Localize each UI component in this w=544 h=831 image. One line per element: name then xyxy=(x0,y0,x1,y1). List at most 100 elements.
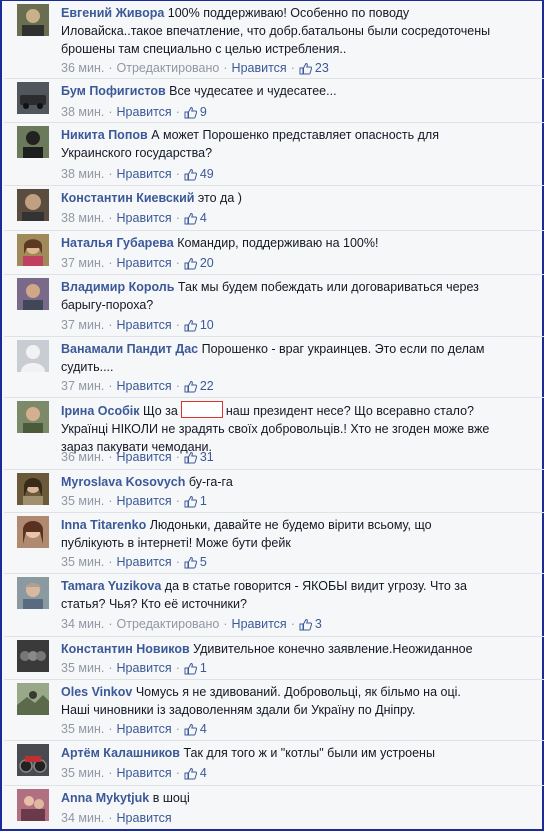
comment-meta: 35 мин. · Нравится · 1 xyxy=(61,494,207,508)
timestamp[interactable]: 34 мин. xyxy=(61,617,104,631)
comment-body: да в статье говорится - ЯКОБЫ видит угро… xyxy=(164,579,467,593)
edited-label[interactable]: Отредактировано xyxy=(117,617,220,631)
avatar[interactable] xyxy=(17,401,49,433)
avatar[interactable] xyxy=(17,640,49,672)
comment-author[interactable]: Константин Киевский xyxy=(61,191,194,205)
like-link[interactable]: Нравится xyxy=(117,722,172,736)
like-count[interactable]: 49 xyxy=(184,167,214,181)
like-link[interactable]: Нравится xyxy=(117,811,172,825)
avatar[interactable] xyxy=(17,126,49,158)
comment-author[interactable]: Наталья Губарева xyxy=(61,236,174,250)
like-link[interactable]: Нравится xyxy=(117,450,172,464)
like-link[interactable]: Нравится xyxy=(232,617,287,631)
like-link[interactable]: Нравится xyxy=(117,661,172,675)
like-count[interactable]: 10 xyxy=(184,318,214,332)
avatar[interactable] xyxy=(17,82,49,114)
avatar[interactable] xyxy=(17,744,49,776)
comment: Ірина Особік Що за наш президент несе? Що… xyxy=(4,398,544,470)
comment-text: Inna Titarenko Людоньки, давайте не буде… xyxy=(61,516,534,552)
avatar[interactable] xyxy=(17,4,49,36)
avatar[interactable] xyxy=(17,683,49,715)
like-count[interactable]: 1 xyxy=(184,661,207,675)
timestamp[interactable]: 35 мин. xyxy=(61,661,104,675)
timestamp[interactable]: 34 мин. xyxy=(61,811,104,825)
comment: Константин Новиков Удивительное конечно … xyxy=(4,637,544,680)
comment-author[interactable]: Ірина Особік xyxy=(61,404,140,418)
comment-author[interactable]: Myroslava Kosovych xyxy=(61,475,185,489)
avatar[interactable] xyxy=(17,278,49,310)
like-link[interactable]: Нравится xyxy=(117,555,172,569)
timestamp[interactable]: 38 мин. xyxy=(61,167,104,181)
like-count[interactable]: 20 xyxy=(184,256,214,270)
thumbs-up-icon xyxy=(184,767,197,780)
like-count[interactable]: 23 xyxy=(299,61,329,75)
thumbs-up-icon xyxy=(299,618,312,631)
like-count[interactable]: 31 xyxy=(184,450,214,464)
timestamp[interactable]: 35 мин. xyxy=(61,555,104,569)
comment-meta: 35 мин. · Нравится · 1 xyxy=(61,661,207,675)
comment: Владимир Король Так мы будем побеждать и… xyxy=(4,275,544,337)
comment-author[interactable]: Anna Mykytjuk xyxy=(61,791,149,805)
comment-body: судить.... xyxy=(61,360,114,374)
timestamp[interactable]: 35 мин. xyxy=(61,494,104,508)
thumbs-up-icon xyxy=(184,380,197,393)
edited-label[interactable]: Отредактировано xyxy=(117,61,220,75)
comment-author[interactable]: Никита Попов xyxy=(61,128,148,142)
comment-author[interactable]: Ванамали Пандит Дас xyxy=(61,342,198,356)
comment-text: Myroslava Kosovych бу-га-га xyxy=(61,473,534,491)
timestamp[interactable]: 37 мин. xyxy=(61,379,104,393)
like-count[interactable]: 4 xyxy=(184,211,207,225)
comment-author[interactable]: Артём Калашников xyxy=(61,746,180,760)
avatar[interactable] xyxy=(17,577,49,609)
like-link[interactable]: Нравится xyxy=(117,167,172,181)
comment-body: Удивительное конечно заявление.Неожиданн… xyxy=(193,642,473,656)
comment-author[interactable]: Inna Titarenko xyxy=(61,518,146,532)
redaction-box xyxy=(180,401,223,418)
like-link[interactable]: Нравится xyxy=(117,379,172,393)
like-count[interactable]: 9 xyxy=(184,105,207,119)
comment-text: Евгений Живора 100% поддерживаю! Особенн… xyxy=(61,4,534,58)
avatar[interactable] xyxy=(17,234,49,266)
timestamp[interactable]: 35 мин. xyxy=(61,722,104,736)
timestamp[interactable]: 38 мин. xyxy=(61,211,104,225)
like-link[interactable]: Нравится xyxy=(117,766,172,780)
timestamp[interactable]: 37 мин. xyxy=(61,256,104,270)
like-link[interactable]: Нравится xyxy=(117,256,172,270)
comment-author[interactable]: Владимир Король xyxy=(61,280,174,294)
comment-body: А может Порошенко представляет опасность… xyxy=(151,128,439,142)
avatar[interactable] xyxy=(17,789,49,821)
timestamp[interactable]: 36 мин. xyxy=(61,61,104,75)
like-link[interactable]: Нравится xyxy=(117,318,172,332)
like-count[interactable]: 4 xyxy=(184,722,207,736)
comment-author[interactable]: Бум Пофигистов xyxy=(61,84,166,98)
comment-body: наш президент несе? Що всеравно стало? xyxy=(225,404,474,418)
like-link[interactable]: Нравится xyxy=(117,494,172,508)
avatar[interactable] xyxy=(17,189,49,221)
timestamp[interactable]: 38 мин. xyxy=(61,105,104,119)
comment-body: 100% поддерживаю! Особенно по поводу xyxy=(167,6,410,20)
like-count[interactable]: 3 xyxy=(299,617,322,631)
avatar[interactable] xyxy=(17,473,49,505)
timestamp[interactable]: 37 мин. xyxy=(61,318,104,332)
comment-meta: 36 мин. · Отредактировано · Нравится · 23 xyxy=(61,61,329,75)
comment-text: Tamara Yuzikova да в статье говорится - … xyxy=(61,577,534,613)
comment-author[interactable]: Oles Vinkov xyxy=(61,685,132,699)
comment-author[interactable]: Константин Новиков xyxy=(61,642,190,656)
like-count[interactable]: 4 xyxy=(184,766,207,780)
like-count[interactable]: 22 xyxy=(184,379,214,393)
timestamp[interactable]: 36 мин. xyxy=(61,450,104,464)
like-link[interactable]: Нравится xyxy=(117,105,172,119)
comment-author[interactable]: Tamara Yuzikova xyxy=(61,579,161,593)
avatar[interactable] xyxy=(17,340,49,372)
comment-body: Украинского государства? xyxy=(61,146,213,160)
comment: Артём Калашников Так для того ж и "котлы… xyxy=(4,741,544,786)
avatar[interactable] xyxy=(17,516,49,548)
like-count[interactable]: 1 xyxy=(184,494,207,508)
like-count[interactable]: 5 xyxy=(184,555,207,569)
comment-body: Иловайска..такое впечатление, что добр.б… xyxy=(61,24,491,38)
comment-text: Наталья Губарева Командир, поддерживаю н… xyxy=(61,234,534,252)
timestamp[interactable]: 35 мин. xyxy=(61,766,104,780)
like-link[interactable]: Нравится xyxy=(117,211,172,225)
like-link[interactable]: Нравится xyxy=(232,61,287,75)
comment-author[interactable]: Евгений Живора xyxy=(61,6,164,20)
